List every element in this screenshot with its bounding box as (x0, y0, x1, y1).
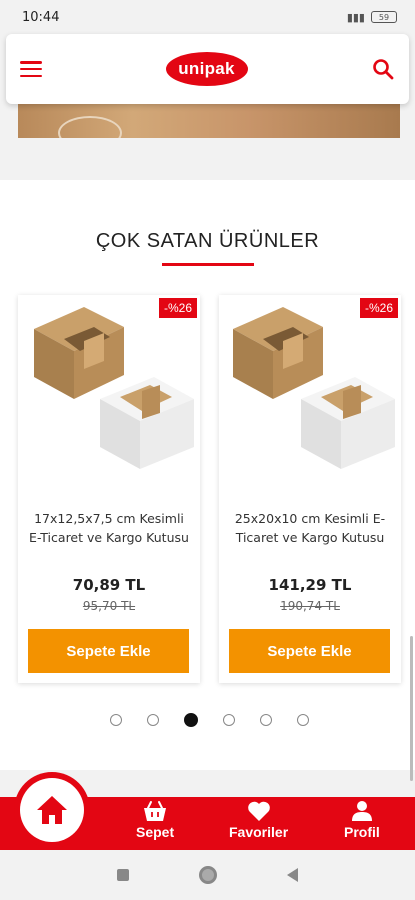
nav-favorites-label: Favoriler (229, 824, 289, 840)
product-old-price: 95,70 TL (82, 599, 136, 613)
add-to-cart-button[interactable]: Sepete Ekle (229, 629, 390, 673)
home-button[interactable] (20, 778, 84, 842)
battery-icon: 59 (371, 11, 397, 23)
nav-profile[interactable]: Profil (344, 800, 380, 840)
basket-icon (144, 801, 167, 821)
logo-text: unipak (178, 59, 235, 78)
nav-cart[interactable]: Sepet (136, 800, 174, 840)
pagination-dot[interactable] (223, 714, 235, 726)
system-nav-bar (0, 850, 415, 900)
search-icon[interactable] (371, 57, 395, 81)
product-old-price: 190,74 TL (280, 599, 340, 613)
status-time: 10:44 (22, 9, 60, 25)
product-card[interactable]: -%26 25x20x10 cm Kesimli E-Ticaret ve Ka… (219, 295, 401, 683)
unipak-logo[interactable]: unipak (165, 52, 248, 86)
title-underline (162, 263, 254, 266)
nav-cart-label: Sepet (136, 824, 175, 840)
product-image[interactable] (24, 299, 196, 471)
pagination-dot[interactable] (260, 714, 272, 726)
section-title: ÇOK SATAN ÜRÜNLER (95, 230, 320, 252)
add-to-cart-button[interactable]: Sepete Ekle (28, 629, 189, 673)
pagination-dot-active[interactable] (184, 713, 198, 727)
product-price: 70,89 TL (72, 576, 146, 594)
pagination-dot[interactable] (110, 714, 122, 726)
home-icon (37, 796, 67, 824)
signal-icon: ▮▮▮ (346, 10, 365, 24)
product-name[interactable]: 25x20x10 cm Kesimli E-Ticaret ve Kargo K… (227, 509, 393, 547)
pagination-dot[interactable] (297, 714, 309, 726)
home-system-icon[interactable] (199, 866, 217, 884)
heart-icon (247, 801, 270, 821)
recents-icon[interactable] (117, 869, 129, 881)
battery-level: 59 (378, 12, 390, 22)
scrollbar[interactable] (410, 636, 413, 781)
nav-favorites[interactable]: Favoriler (229, 800, 288, 840)
discount-badge: -%26 (359, 298, 398, 318)
hero-banner-image[interactable] (18, 104, 400, 138)
nav-profile-label: Profil (344, 824, 380, 840)
app-header: unipak (6, 34, 409, 104)
pagination-dot[interactable] (147, 714, 159, 726)
discount-badge: -%26 (158, 298, 197, 318)
back-icon[interactable] (287, 868, 298, 882)
status-bar: 10:44 ▮▮▮ 59 (0, 0, 415, 34)
carousel-pagination (0, 713, 415, 727)
status-icons: ▮▮▮ 59 (347, 11, 397, 24)
user-icon (351, 801, 372, 821)
product-name[interactable]: 17x12,5x7,5 cm Kesimli E-Ticaret ve Karg… (26, 509, 192, 547)
product-price: 141,29 TL (268, 576, 352, 594)
product-image[interactable] (225, 299, 397, 471)
product-card[interactable]: -%26 17x12,5x7,5 cm Kesimli E-Ticaret ve… (18, 295, 200, 683)
hamburger-icon[interactable] (20, 61, 42, 77)
